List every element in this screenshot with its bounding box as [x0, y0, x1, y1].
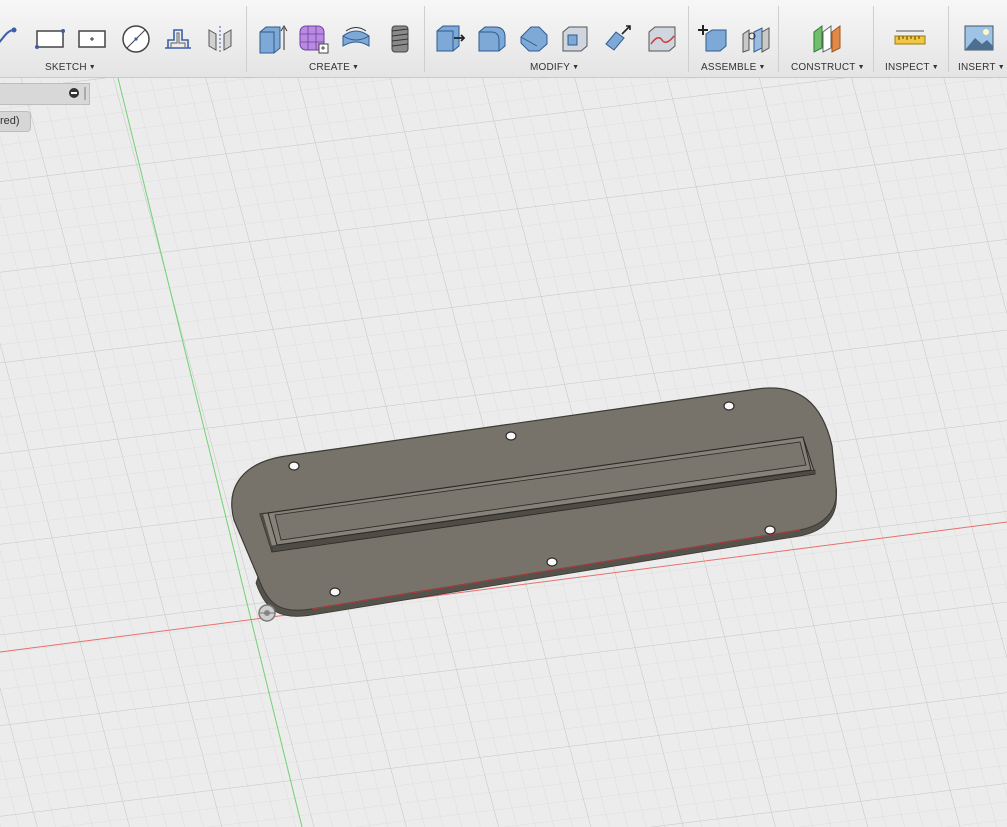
mounting-hole [723, 401, 735, 411]
sketch-menu-label[interactable]: SKETCH ▼ [45, 62, 96, 73]
dropdown-caret-icon: ▼ [88, 64, 96, 71]
offset-plane-tool-button[interactable] [811, 22, 843, 54]
dropdown-caret-icon: ▼ [352, 64, 360, 71]
thread-icon [391, 25, 409, 53]
offset-icon [165, 29, 191, 49]
dropdown-caret-icon: ▼ [931, 64, 939, 71]
center-rectangle-icon [78, 30, 106, 48]
mounting-hole [505, 431, 517, 441]
shell-tool-button[interactable] [560, 22, 592, 54]
mirror-tool-button[interactable] [204, 22, 236, 54]
extrude-tool-button[interactable] [256, 22, 288, 54]
dropdown-caret-icon: ▼ [997, 64, 1005, 71]
shell-icon [562, 26, 588, 52]
offset-tool-button[interactable] [162, 22, 194, 54]
joint-icon [742, 27, 770, 53]
new-component-icon [698, 25, 727, 52]
create-menu-label[interactable]: CREATE ▼ [309, 62, 359, 73]
mounting-hole [764, 525, 776, 535]
insert-menu-label[interactable]: INSERT ▼ [958, 62, 1005, 73]
modify-menu-label[interactable]: MODIFY ▼ [530, 62, 579, 73]
rectangle-tool-button[interactable] [34, 22, 66, 54]
chamfer-tool-button[interactable] [518, 22, 550, 54]
spline-icon [0, 27, 17, 44]
origin-marker[interactable] [258, 604, 276, 622]
thread-tool-button[interactable] [384, 22, 416, 54]
construct-menu-label[interactable]: CONSTRUCT ▼ [791, 62, 865, 73]
revolve-tool-button[interactable] [340, 22, 372, 54]
press-pull-tool-button[interactable] [434, 22, 466, 54]
toolbar-divider [246, 6, 247, 72]
chamfer-icon [520, 26, 548, 52]
draft-tool-button[interactable] [602, 22, 634, 54]
mounting-hole [288, 461, 300, 471]
canvas-viewport[interactable] [0, 78, 1007, 827]
draft-icon [605, 25, 631, 51]
mounting-hole [329, 587, 341, 597]
spline-tool-button[interactable] [0, 22, 18, 54]
mounting-hole [546, 557, 558, 567]
scale-tool-button[interactable] [646, 22, 678, 54]
form-tool-button[interactable] [298, 22, 330, 54]
measure-icon [894, 30, 926, 45]
press-pull-icon [436, 25, 466, 52]
inspect-menu-label[interactable]: INSPECT ▼ [885, 62, 939, 73]
collapse-icon[interactable] [69, 88, 79, 98]
fillet-tool-button[interactable] [476, 22, 508, 54]
center-rectangle-tool-button[interactable] [76, 22, 108, 54]
revolve-icon [342, 27, 370, 47]
extrude-icon [259, 25, 288, 54]
browser-node-label[interactable]: red) [0, 111, 31, 132]
toolbar: SKETCH ▼ CREATE ▼ MODIFY ▼ ASSEMBLE ▼ CO… [0, 0, 1007, 78]
joint-tool-button[interactable] [740, 22, 772, 54]
form-icon [299, 25, 329, 54]
measure-tool-button[interactable] [894, 22, 926, 54]
insert-image-tool-button[interactable] [963, 22, 995, 54]
rectangle-icon [35, 29, 65, 49]
browser-panel-header[interactable] [0, 83, 90, 105]
dropdown-caret-icon: ▼ [758, 64, 766, 71]
panel-resize-handle[interactable] [84, 87, 86, 100]
new-component-tool-button[interactable] [696, 22, 728, 54]
dropdown-caret-icon: ▼ [572, 64, 580, 71]
fillet-icon [478, 26, 506, 52]
image-icon [964, 25, 994, 51]
toolbar-divider [688, 6, 689, 72]
assemble-menu-label[interactable]: ASSEMBLE ▼ [701, 62, 766, 73]
offset-plane-icon [813, 25, 841, 53]
toolbar-divider [948, 6, 949, 72]
toolbar-divider [778, 6, 779, 72]
circle-icon [122, 25, 150, 53]
toolbar-divider [424, 6, 425, 72]
toolbar-divider [873, 6, 874, 72]
dropdown-caret-icon: ▼ [857, 64, 865, 71]
scale-icon [648, 26, 676, 52]
circle-tool-button[interactable] [120, 22, 152, 54]
mirror-icon [208, 26, 232, 52]
